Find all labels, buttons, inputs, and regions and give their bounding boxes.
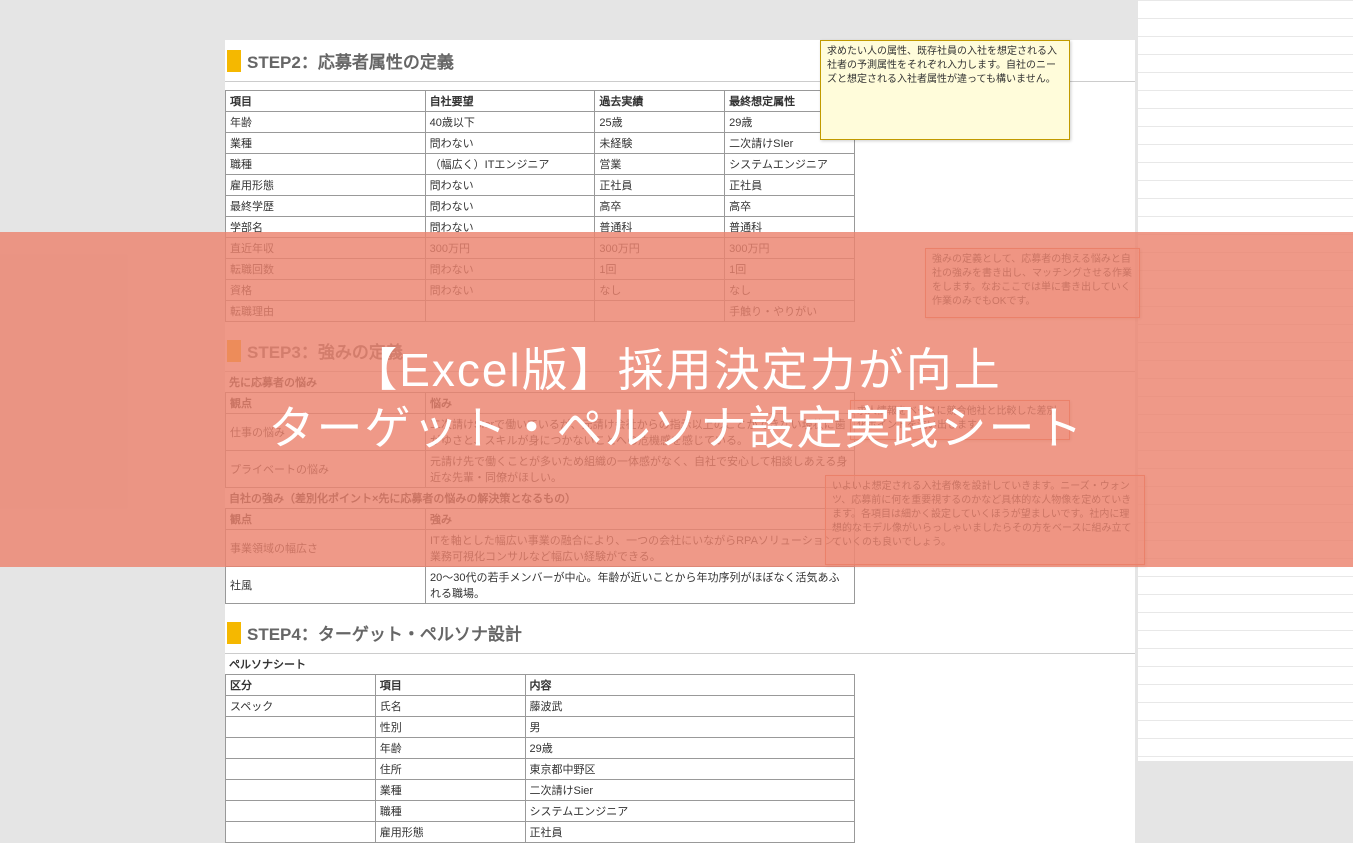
cell[interactable]: 氏名 <box>375 696 525 717</box>
cell[interactable] <box>226 780 376 801</box>
th: 過去実績 <box>595 91 725 112</box>
cell[interactable]: 業種 <box>226 133 426 154</box>
cell[interactable]: 二次請けSier <box>525 780 854 801</box>
step-marker-icon <box>227 50 241 72</box>
th: 区分 <box>226 675 376 696</box>
table-row: 雇用形態問わない正社員正社員 <box>226 175 855 196</box>
cell[interactable]: 正社員 <box>525 822 854 843</box>
table-row: スペック氏名藤波武 <box>226 696 855 717</box>
step-marker-icon <box>227 622 241 644</box>
cell[interactable] <box>226 759 376 780</box>
table-header-row: 区分 項目 内容 <box>226 675 855 696</box>
cell[interactable]: システムエンジニア <box>725 154 855 175</box>
table-row: 業種問わない未経験二次請けSIer <box>226 133 855 154</box>
table-row: 年齢40歳以下25歳29歳 <box>226 112 855 133</box>
cell[interactable]: 問わない <box>425 196 595 217</box>
cell[interactable]: 29歳 <box>525 738 854 759</box>
table-row: 最終学歴問わない高卒高卒 <box>226 196 855 217</box>
step4-header: STEP4：ターゲット・ペルソナ設計 <box>225 612 1135 654</box>
cell[interactable]: 藤波武 <box>525 696 854 717</box>
table-row: 職種（幅広く）ITエンジニア営業システムエンジニア <box>226 154 855 175</box>
cell[interactable]: 問わない <box>425 133 595 154</box>
cell[interactable]: 年齢 <box>226 112 426 133</box>
cell[interactable]: 年齢 <box>375 738 525 759</box>
overlay-line1: 【Excel版】採用決定力が向上 <box>351 342 1001 400</box>
cell[interactable]: 雇用形態 <box>226 175 426 196</box>
table-header-row: 項目 自社要望 過去実績 最終想定属性 <box>226 91 855 112</box>
cell[interactable] <box>226 822 376 843</box>
cell[interactable]: 雇用形態 <box>375 822 525 843</box>
th: 項目 <box>375 675 525 696</box>
cell[interactable]: スペック <box>226 696 376 717</box>
comment-box-top: 求めたい人の属性、既存社員の入社を想定される入社者の予測属性をそれぞれ入力します… <box>820 40 1070 140</box>
cell[interactable]: 正社員 <box>595 175 725 196</box>
cell[interactable]: 男 <box>525 717 854 738</box>
cell[interactable]: 高卒 <box>725 196 855 217</box>
table-row: 年齢29歳 <box>226 738 855 759</box>
step4-title: STEP4：ターゲット・ペルソナ設計 <box>247 620 522 645</box>
step4-subtitle: ペルソナシート <box>225 654 1135 674</box>
table-row: 住所東京都中野区 <box>226 759 855 780</box>
cell[interactable]: 東京都中野区 <box>525 759 854 780</box>
table-row: 業種二次請けSier <box>226 780 855 801</box>
cell[interactable]: 正社員 <box>725 175 855 196</box>
cell[interactable]: 最終学歴 <box>226 196 426 217</box>
cell[interactable]: システムエンジニア <box>525 801 854 822</box>
cell[interactable]: 社風 <box>226 567 426 604</box>
table-row: 性別男 <box>226 717 855 738</box>
th: 自社要望 <box>425 91 595 112</box>
cell[interactable]: 営業 <box>595 154 725 175</box>
cell[interactable] <box>226 717 376 738</box>
cell[interactable] <box>226 738 376 759</box>
cell[interactable]: （幅広く）ITエンジニア <box>425 154 595 175</box>
cell[interactable]: 職種 <box>226 154 426 175</box>
cell[interactable]: 40歳以下 <box>425 112 595 133</box>
cell[interactable]: 住所 <box>375 759 525 780</box>
step2-title: STEP2：応募者属性の定義 <box>247 48 454 73</box>
cell[interactable]: 高卒 <box>595 196 725 217</box>
th: 項目 <box>226 91 426 112</box>
cell[interactable]: 20〜30代の若手メンバーが中心。年齢が近いことから年功序列がほぼなく活気あふれ… <box>426 567 855 604</box>
cell[interactable]: 業種 <box>375 780 525 801</box>
step4-table: 区分 項目 内容 スペック氏名藤波武性別男年齢29歳住所東京都中野区業種二次請け… <box>225 674 855 843</box>
table-row: 社風20〜30代の若手メンバーが中心。年齢が近いことから年功序列がほぼなく活気あ… <box>226 567 855 604</box>
cell[interactable]: 未経験 <box>595 133 725 154</box>
comment-text: 求めたい人の属性、既存社員の入社を想定される入社者の予測属性をそれぞれ入力します… <box>827 46 1057 85</box>
cell[interactable]: 性別 <box>375 717 525 738</box>
cell[interactable]: 25歳 <box>595 112 725 133</box>
overlay-line2: ターゲット・ペルソナ設定実践シート <box>269 400 1085 458</box>
cell[interactable]: 職種 <box>375 801 525 822</box>
table-row: 雇用形態正社員 <box>226 822 855 843</box>
cell[interactable]: 問わない <box>425 175 595 196</box>
table-row: 職種システムエンジニア <box>226 801 855 822</box>
cell[interactable] <box>226 801 376 822</box>
title-overlay: 【Excel版】採用決定力が向上 ターゲット・ペルソナ設定実践シート <box>0 232 1353 567</box>
th: 内容 <box>525 675 854 696</box>
